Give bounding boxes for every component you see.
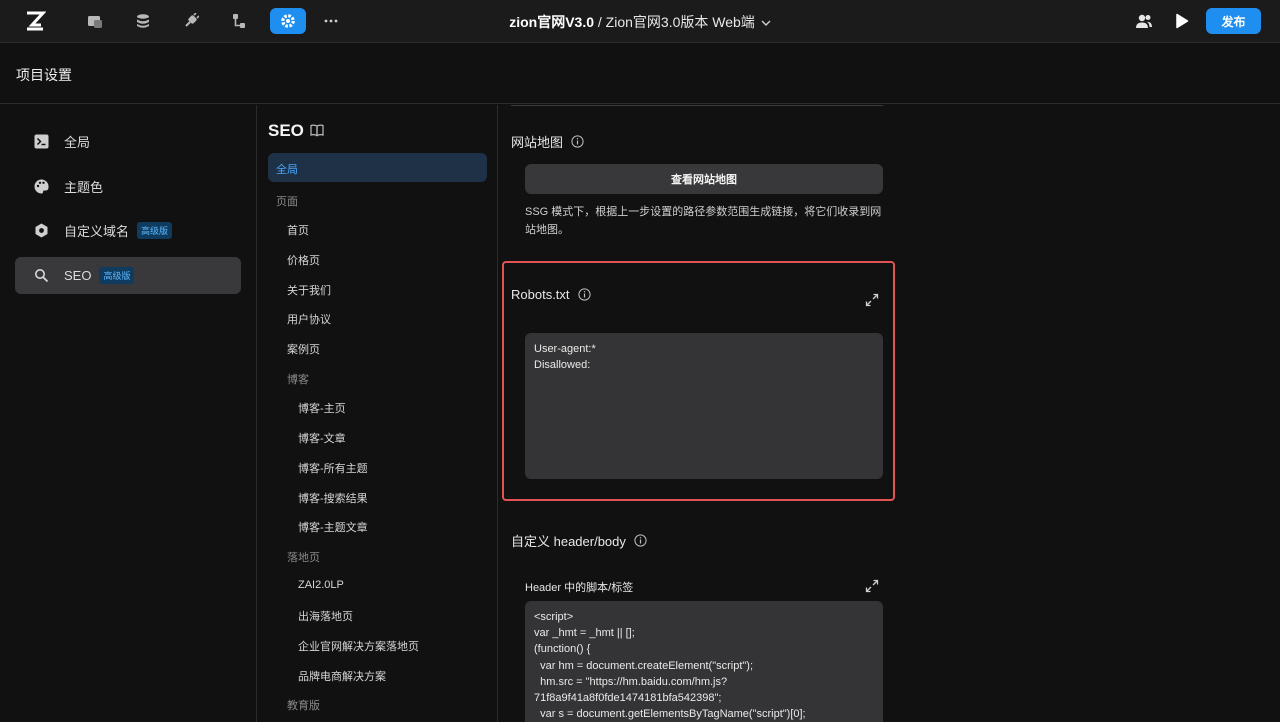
sidebar-item-seo[interactable]: SEO 高级版	[15, 257, 241, 294]
sidebar-item-global[interactable]: 全局	[15, 123, 241, 160]
expand-icon[interactable]	[865, 579, 879, 593]
tree-item-blog-topic-article[interactable]: 博客-主题文章	[298, 519, 368, 535]
search-icon	[33, 268, 49, 284]
robots-txt-editor[interactable]: User-agent:* Disallowed:	[525, 333, 883, 479]
tree-group-landing[interactable]: 落地页	[287, 549, 320, 565]
tree-item-blog-search[interactable]: 博客-搜索结果	[298, 490, 368, 506]
tree-item-pricing[interactable]: 价格页	[287, 252, 320, 268]
domain-icon	[33, 223, 49, 239]
sidebar-item-domain[interactable]: 自定义域名 高级版	[15, 212, 241, 249]
pages-icon[interactable]	[77, 8, 113, 34]
robots-title: Robots.txt	[511, 287, 570, 302]
tree-title: SEO	[268, 121, 304, 140]
sidebar-item-label: 主题色	[64, 180, 104, 195]
tree-item-enterprise-lp[interactable]: 企业官网解决方案落地页	[298, 638, 419, 654]
tree-item-home[interactable]: 首页	[287, 222, 309, 238]
header-script-label: Header 中的脚本/标签	[525, 582, 634, 594]
tree-item-blog-topics[interactable]: 博客-所有主题	[298, 460, 368, 476]
collaborators-icon[interactable]	[1133, 10, 1155, 32]
project-name: zion官网V3.0	[509, 14, 594, 30]
custom-title: 自定义 header/body	[511, 534, 626, 549]
page-header: 项目设置	[0, 44, 1280, 104]
seo-settings-panel: 网站地图 查看网站地图 SSG 模式下，根据上一步设置的路径参数范围生成链接，将…	[499, 105, 1280, 722]
settings-icon[interactable]	[270, 8, 306, 34]
palette-icon	[33, 179, 49, 195]
version-name[interactable]: Zion官网3.0版本 Web端	[606, 14, 755, 30]
plugin-icon[interactable]	[173, 8, 209, 34]
tree-item-terms[interactable]: 用户协议	[287, 311, 331, 327]
sidebar-item-label: SEO	[64, 268, 92, 283]
seo-page-tree: SEO 全局 页面 首页 价格页 关于我们 用户协议 案例页 博客 博客-主页 …	[258, 105, 498, 722]
sidebar-item-label: 自定义域名	[64, 224, 130, 239]
tree-item-about[interactable]: 关于我们	[287, 282, 331, 298]
info-icon[interactable]	[577, 288, 591, 301]
premium-badge: 高级版	[99, 267, 135, 284]
top-bar: zion官网V3.0 / Zion官网3.0版本 Web端 发布	[0, 0, 1280, 43]
tree-group-blog[interactable]: 博客	[287, 371, 309, 387]
tree-item-overseas-lp[interactable]: 出海落地页	[298, 608, 353, 624]
tree-item-blog-home[interactable]: 博客-主页	[298, 400, 346, 416]
custom-header-body-section-title: 自定义 header/body	[511, 531, 647, 550]
sidebar-item-label: 全局	[64, 135, 91, 150]
view-sitemap-button[interactable]: 查看网站地图	[525, 164, 883, 194]
chevron-down-icon[interactable]	[761, 14, 771, 30]
settings-sidebar: 全局 主题色 自定义域名 高级版 SEO 高级版	[0, 105, 257, 722]
tree-item-ecommerce-lp[interactable]: 品牌电商解决方案	[298, 668, 386, 684]
tree-group-pages[interactable]: 页面	[276, 193, 298, 209]
tree-item-zai-lp[interactable]: ZAI2.0LP	[298, 579, 344, 591]
zion-logo-icon[interactable]	[24, 10, 46, 32]
workflow-icon[interactable]	[221, 8, 257, 34]
tree-group-education[interactable]: 教育版	[287, 697, 320, 713]
tree-item-label: 全局	[276, 164, 298, 176]
title-separator: /	[594, 14, 606, 30]
premium-badge: 高级版	[137, 222, 173, 239]
more-icon[interactable]	[313, 8, 349, 34]
database-icon[interactable]	[125, 8, 161, 34]
expand-icon[interactable]	[865, 293, 879, 307]
docs-book-icon[interactable]	[310, 123, 324, 137]
sitemap-description: SSG 模式下，根据上一步设置的路径参数范围生成链接，将它们收录到网站地图。	[525, 206, 882, 236]
tree-item-global[interactable]: 全局	[268, 153, 487, 182]
robots-section-title: Robots.txt	[511, 287, 591, 302]
info-icon[interactable]	[571, 135, 584, 148]
divider	[511, 105, 883, 106]
publish-button[interactable]: 发布	[1206, 8, 1261, 34]
terminal-icon	[33, 134, 49, 150]
sitemap-title: 网站地图	[511, 135, 564, 150]
info-icon[interactable]	[634, 534, 647, 547]
sidebar-item-theme[interactable]: 主题色	[15, 168, 241, 205]
page-title: 项目设置	[16, 67, 72, 83]
header-script-editor[interactable]: <script> var _hmt = _hmt || []; (functio…	[525, 601, 883, 722]
tree-item-cases[interactable]: 案例页	[287, 341, 320, 357]
tree-item-blog-article[interactable]: 博客-文章	[298, 430, 346, 446]
sitemap-section-title: 网站地图	[511, 132, 584, 151]
preview-play-icon[interactable]	[1171, 10, 1193, 32]
